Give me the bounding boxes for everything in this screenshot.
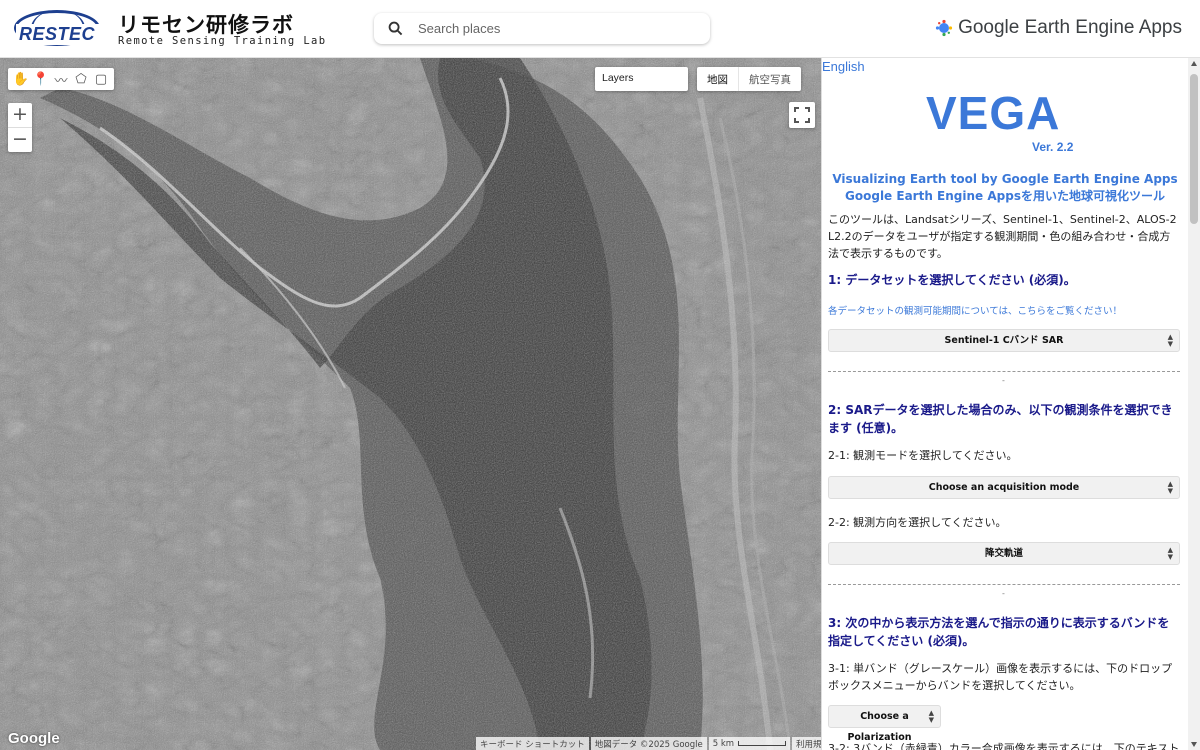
scale-label: 5 km — [712, 738, 735, 749]
map-attribution: キーボード ショートカット 地図データ ©2025 Google 5 km 利用… — [476, 737, 821, 750]
drawing-tools: ✋ 📍 〰 ⬠ ▢ — [8, 68, 114, 90]
section-divider — [828, 584, 1180, 585]
map-type-control: 地図 航空写真 — [697, 67, 801, 91]
orbit-direction-value: 降交軌道 — [984, 548, 1023, 559]
subtitle-en: Visualizing Earth tool by Google Earth E… — [832, 172, 1178, 186]
zoom-in-button[interactable]: + — [8, 103, 32, 127]
step2-1-label: 2-1: 観測モードを選択してください。 — [828, 449, 1018, 462]
select-arrows-icon: ▲ ▼ — [928, 709, 934, 724]
polarization-select[interactable]: Choose a Polarization ▲ ▼ — [828, 705, 941, 743]
select-arrows-icon: ▲ ▼ — [1167, 480, 1173, 495]
acquisition-mode-select[interactable]: Choose an acquisition mode ▲ ▼ — [828, 476, 1180, 499]
scroll-thumb[interactable] — [1190, 74, 1198, 224]
acquisition-mode-value: Choose an acquisition mode — [928, 482, 1080, 493]
restec-logo[interactable]: RESTEC リモセン研修ラボ Remote Sensing Training … — [12, 8, 325, 50]
app-subtitle: Visualizing Earth tool by Google Earth E… — [822, 171, 1188, 205]
map-type-satellite[interactable]: 航空写真 — [739, 67, 801, 91]
control-panel: English VEGA Ver. 2.2 Visualizing Earth … — [821, 58, 1200, 750]
app-title: VEGA — [926, 87, 1061, 139]
app-name: Google Earth Engine Apps — [958, 17, 1182, 38]
layers-button[interactable]: Layers — [595, 67, 688, 91]
step3-2-label: 3-2: 3バンド（赤緑青）カラー合成画像を表示するには、下のテキスト — [828, 742, 1178, 750]
step3-heading: 3: 次の中から表示方法を選んで指示の通りに表示するバンドを指定してください (… — [828, 616, 1170, 648]
keyboard-shortcuts-link[interactable]: キーボード ショートカット — [476, 737, 589, 750]
step3-1-label: 3-1: 単バンド（グレースケール）画像を表示するには、下のドロップボックスメニ… — [828, 662, 1173, 692]
google-logo: Google — [8, 730, 60, 747]
search-icon[interactable] — [388, 21, 403, 36]
line-icon[interactable]: 〰 — [51, 69, 71, 89]
logo-subtitle: Remote Sensing Training Lab — [118, 35, 327, 47]
hand-icon[interactable]: ✋ — [11, 69, 31, 89]
step2-heading: 2: SARデータを選択した場合のみ、以下の観測条件を選択できます (任意)。 — [828, 403, 1173, 435]
select-arrows-icon: ▲ ▼ — [1167, 546, 1173, 561]
logo-brand: RESTEC — [16, 24, 116, 45]
terms-link[interactable]: 利用規約 — [792, 737, 821, 750]
earth-engine-icon — [935, 19, 953, 37]
section-divider — [828, 371, 1180, 372]
availability-link[interactable]: 各データセットの観測可能期間については、こちらをご覧ください！ — [828, 303, 1122, 317]
map-type-roadmap[interactable]: 地図 — [697, 67, 739, 91]
intro-text: このツールは、Landsatシリーズ、Sentinel-1、Sentinel-2… — [828, 213, 1177, 260]
zoom-control: + − — [8, 103, 32, 152]
map-canvas[interactable]: ✋ 📍 〰 ⬠ ▢ + − Layers 地図 航空写真 Google キーボー… — [0, 58, 821, 750]
orbit-direction-select[interactable]: 降交軌道 ▲ ▼ — [828, 542, 1180, 565]
scroll-up-icon[interactable] — [1191, 61, 1197, 66]
select-arrows-icon: ▲ ▼ — [1167, 333, 1173, 348]
scale-line — [738, 741, 787, 746]
language-link[interactable]: English — [822, 59, 865, 74]
gee-apps-brand: Google Earth Engine Apps — [935, 16, 1182, 40]
zoom-out-button[interactable]: − — [8, 128, 32, 152]
version-label: Ver. 2.2 — [1032, 140, 1074, 154]
fullscreen-icon — [794, 107, 810, 123]
subtitle-ja: Google Earth Engine Appsを用いた地球可視化ツール — [845, 189, 1165, 203]
dataset-select-value: Sentinel-1 Cバンド SAR — [944, 335, 1064, 346]
search-input[interactable] — [418, 13, 698, 44]
step2-2-label: 2-2: 観測方向を選択してください。 — [828, 516, 1007, 529]
dataset-select[interactable]: Sentinel-1 Cバンド SAR ▲ ▼ — [828, 329, 1180, 352]
polygon-icon[interactable]: ⬠ — [71, 69, 91, 89]
map-data-credit: 地図データ ©2025 Google — [590, 737, 707, 750]
app-header: RESTEC リモセン研修ラボ Remote Sensing Training … — [0, 0, 1200, 58]
divider-mark: - — [1002, 589, 1005, 598]
panel-scrollbar[interactable] — [1188, 58, 1200, 750]
polarization-value: Choose a Polarization — [847, 711, 912, 743]
step1-heading: 1: データセットを選択してください (必須)。 — [828, 273, 1076, 287]
scroll-down-icon[interactable] — [1191, 742, 1197, 747]
rectangle-icon[interactable]: ▢ — [91, 69, 111, 89]
divider-mark: - — [1002, 376, 1005, 385]
sar-imagery — [0, 58, 821, 750]
pin-icon[interactable]: 📍 — [31, 69, 51, 89]
fullscreen-button[interactable] — [789, 102, 815, 128]
search-box — [374, 13, 710, 44]
scale-bar[interactable]: 5 km — [708, 737, 791, 750]
